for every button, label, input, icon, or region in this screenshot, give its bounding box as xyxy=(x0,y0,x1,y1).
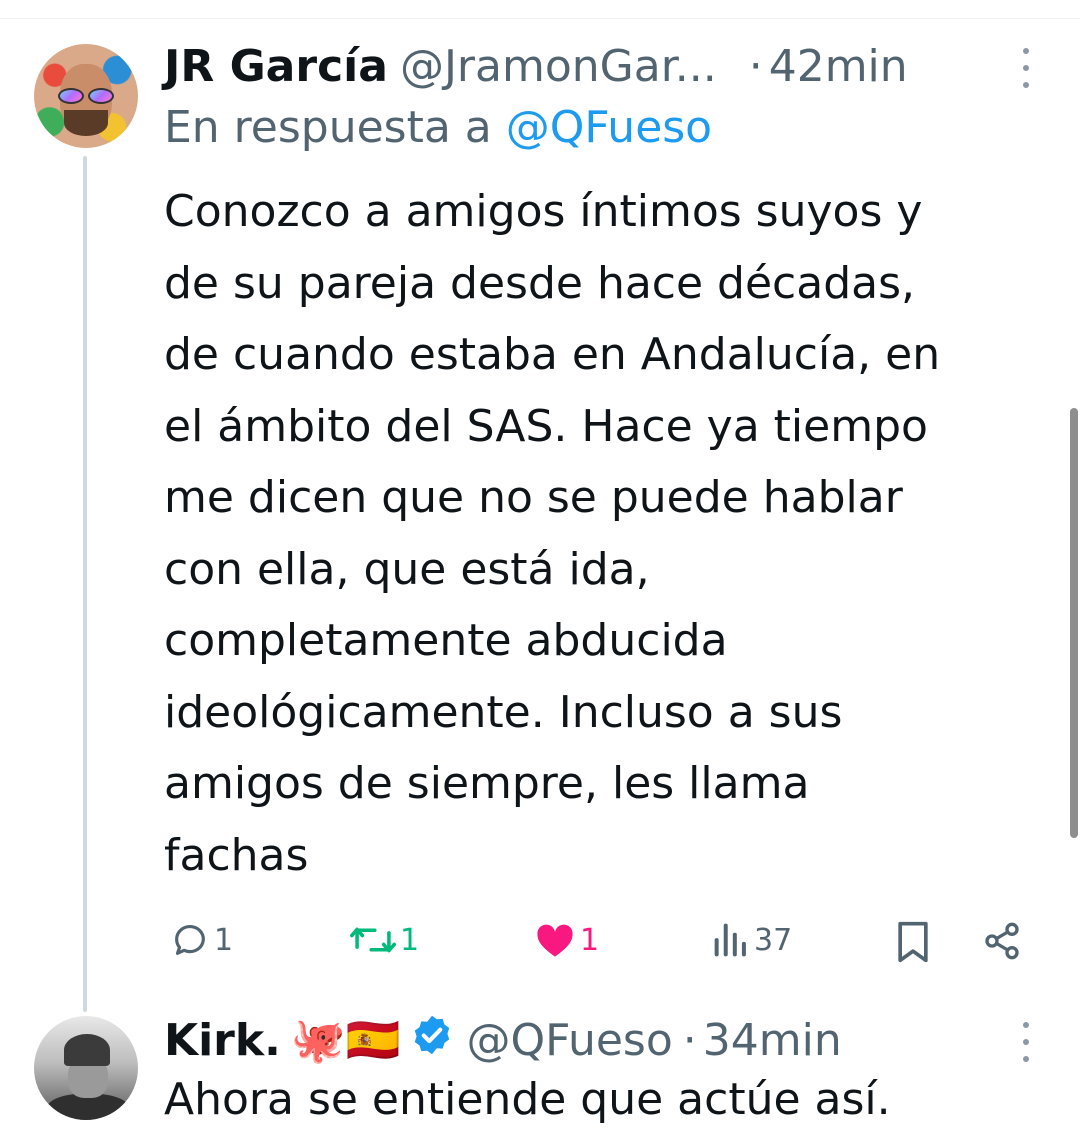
heart-icon xyxy=(537,924,573,957)
tweet-text: Conozco a amigos íntimos suyos y de su p… xyxy=(164,176,1054,891)
tweet-text-line: amigos de siempre, les llama xyxy=(164,758,810,809)
more-icon[interactable] xyxy=(1021,1022,1031,1062)
display-name-emojis: 🐙🇪🇸 xyxy=(290,1015,401,1066)
tweet-text-line: Conozco a amigos íntimos suyos y xyxy=(164,186,923,237)
bookmark-button[interactable] xyxy=(894,920,932,964)
like-count: 1 xyxy=(580,922,600,958)
reply-icon xyxy=(175,925,205,955)
reply-button[interactable]: 1 xyxy=(170,920,233,960)
reply-to-line: En respuesta a @QFueso xyxy=(164,102,712,153)
tweet-text-line: fachas xyxy=(164,829,309,881)
avatar[interactable] xyxy=(34,1016,138,1120)
top-divider xyxy=(0,18,1080,19)
reply-count: 1 xyxy=(214,922,234,958)
reply-to-label: En respuesta a xyxy=(164,102,492,153)
user-handle[interactable]: @JramonGar... xyxy=(400,41,717,92)
tweet-text-line: me dicen que no se puede hablar xyxy=(164,472,903,523)
display-name[interactable]: Kirk. xyxy=(164,1015,281,1066)
tweet-header: JR García @JramonGar... · 42min xyxy=(164,36,908,96)
retweet-icon xyxy=(350,927,396,953)
timestamp[interactable]: 34min xyxy=(703,1015,842,1066)
views-button[interactable]: 37 xyxy=(712,920,792,960)
avatar-beard xyxy=(64,110,108,136)
verified-badge-icon xyxy=(410,1013,454,1068)
thread-line xyxy=(83,156,87,1012)
more-icon[interactable] xyxy=(1021,48,1031,88)
tweet-text: Ahora se entiende que actúe así. xyxy=(164,1074,891,1125)
avatar[interactable] xyxy=(34,44,138,148)
timestamp[interactable]: 42min xyxy=(769,41,908,92)
separator-dot: · xyxy=(748,40,763,92)
share-icon xyxy=(985,922,1019,960)
retweet-button[interactable]: 1 xyxy=(350,920,419,960)
avatar-helmet xyxy=(64,1034,110,1066)
tweet-text-line: de su pareja desde hace décadas, xyxy=(164,257,916,309)
separator-dot: · xyxy=(682,1014,697,1066)
tweet-text-line: de cuando estaba en Andalucía, en xyxy=(164,329,941,380)
tweet-text-line: completamente abducida xyxy=(164,615,728,666)
tweet-header: Kirk. 🐙🇪🇸 @QFueso · 34min xyxy=(164,1010,842,1070)
action-bar: 1 1 1 37 xyxy=(0,912,1080,972)
display-name[interactable]: JR García xyxy=(164,41,388,92)
tweet-text-line: con ella, que está ida, xyxy=(164,543,650,595)
tweet-text-line: ideológicamente. Incluso a sus xyxy=(164,686,843,738)
user-handle[interactable]: @QFueso xyxy=(466,1015,672,1066)
views-count: 37 xyxy=(754,922,793,958)
scrollbar[interactable] xyxy=(1070,408,1078,838)
like-button[interactable]: 1 xyxy=(534,920,599,960)
bookmark-icon xyxy=(898,921,928,963)
avatar-glasses xyxy=(56,88,116,104)
retweet-count: 1 xyxy=(400,922,420,958)
views-icon xyxy=(714,923,746,957)
tweet-text-line: el ámbito del SAS. Hace ya tiempo xyxy=(164,400,928,452)
share-button[interactable] xyxy=(982,920,1022,962)
reply-mention-link[interactable]: @QFueso xyxy=(506,102,712,153)
